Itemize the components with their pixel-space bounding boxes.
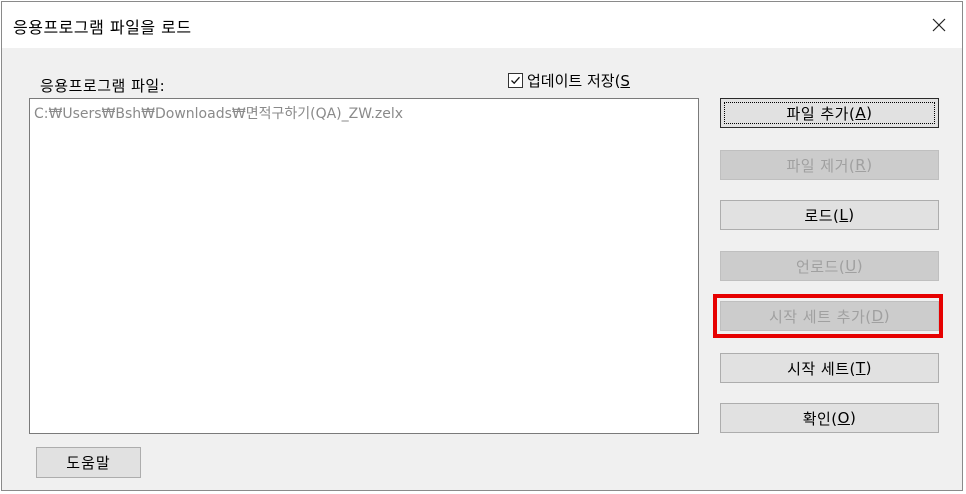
help-button[interactable]: 도움말 bbox=[36, 447, 141, 478]
files-label: 응용프로그램 파일: bbox=[40, 77, 166, 95]
load-application-dialog: 응용프로그램 파일을 로드 응용프로그램 파일: 업데이트 저장(S C:₩Us… bbox=[1, 1, 963, 491]
checkmark-icon bbox=[511, 76, 520, 85]
remove-file-button[interactable]: 파일 제거(R) bbox=[720, 150, 939, 180]
title-bar: 응용프로그램 파일을 로드 bbox=[2, 2, 962, 48]
add-startup-suite-button[interactable]: 시작 세트 추가(D) bbox=[720, 301, 939, 331]
application-file-list[interactable]: C:₩Users₩Bsh₩Downloads₩면적구하기(QA)_ZW.zelx bbox=[29, 98, 699, 434]
ok-button[interactable]: 확인(O) bbox=[720, 403, 939, 433]
close-button[interactable] bbox=[916, 2, 962, 48]
unload-button[interactable]: 언로드(U) bbox=[720, 251, 939, 281]
update-save-label: 업데이트 저장(S bbox=[527, 72, 630, 90]
close-icon bbox=[932, 18, 946, 32]
checkbox-box[interactable] bbox=[508, 73, 523, 88]
load-button[interactable]: 로드(L) bbox=[720, 200, 939, 230]
startup-suite-button[interactable]: 시작 세트(T) bbox=[720, 353, 939, 383]
list-item[interactable]: C:₩Users₩Bsh₩Downloads₩면적구하기(QA)_ZW.zelx bbox=[34, 103, 403, 123]
dialog-title: 응용프로그램 파일을 로드 bbox=[13, 18, 192, 37]
update-save-checkbox[interactable]: 업데이트 저장(S bbox=[508, 70, 630, 91]
add-file-button[interactable]: 파일 추가(A) bbox=[720, 98, 939, 128]
